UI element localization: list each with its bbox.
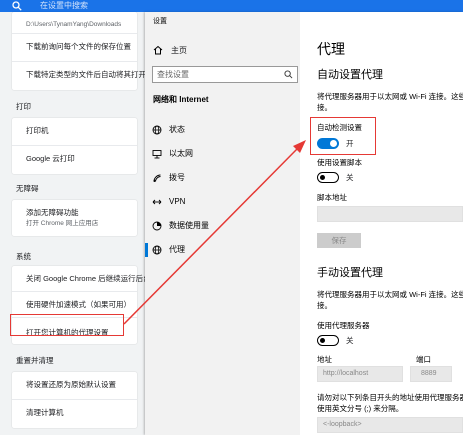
chrome-search-box[interactable]: 在设置中搜索 <box>0 0 140 12</box>
nav-item-data-usage[interactable]: 数据使用量 <box>145 216 300 236</box>
nav-item-label: 以太网 <box>169 149 193 158</box>
use-proxy-label: 使用代理服务器 <box>317 321 370 330</box>
ask-save-location-label: 下载前询问每个文件的保存位置 <box>26 42 131 51</box>
nav-category-network: 网络和 Internet <box>153 95 209 104</box>
exceptions-value: <-loopback> <box>323 421 362 428</box>
window-title: 设置 <box>153 18 167 25</box>
use-proxy-toggle[interactable] <box>317 335 339 346</box>
download-location-row[interactable]: D:\Users\TynamYang\Downloads <box>12 12 137 34</box>
script-address-label: 脚本地址 <box>317 193 347 202</box>
nav-item-dialup[interactable]: 拨号 <box>145 168 300 188</box>
hardware-accel-label: 使用硬件加速模式（如果可用） <box>26 300 131 309</box>
print-heading: 打印 <box>16 102 31 111</box>
globe-icon <box>152 125 162 135</box>
restore-defaults-label: 将设置还原为原始默认设置 <box>26 380 116 389</box>
data-usage-icon <box>152 221 162 231</box>
add-accessibility-sub: 打开 Chrome 网上应用店 <box>26 220 99 227</box>
nav-item-label: 代理 <box>169 245 185 254</box>
search-icon <box>12 1 22 11</box>
nav-item-status[interactable]: 状态 <box>145 120 300 140</box>
background-apps-row[interactable]: 关闭 Google Chrome 后继续运行后台应用 <box>12 266 166 292</box>
use-proxy-state: 关 <box>346 336 354 345</box>
active-indicator <box>145 243 148 257</box>
reset-card: 将设置还原为原始默认设置 清理计算机 <box>12 372 137 428</box>
nav-item-label: 数据使用量 <box>169 221 209 230</box>
system-heading: 系统 <box>16 252 31 261</box>
cloud-print-label: Google 云打印 <box>26 154 75 163</box>
nav-item-proxy[interactable]: 代理 <box>145 240 300 260</box>
add-accessibility-label: 添加无障碍功能 <box>26 208 79 217</box>
setup-script-label: 使用设置脚本 <box>317 158 362 167</box>
accessibility-heading: 无障碍 <box>16 184 39 193</box>
port-value: 8889 <box>421 370 437 377</box>
add-accessibility-row[interactable]: 添加无障碍功能 打开 Chrome 网上应用店 <box>12 200 137 236</box>
ethernet-icon <box>152 150 162 159</box>
exceptions-input[interactable]: <-loopback> <box>317 417 463 433</box>
settings-search-input[interactable]: 查找设置 <box>152 66 298 83</box>
nav-item-ethernet[interactable]: 以太网 <box>145 144 300 164</box>
settings-search-placeholder: 查找设置 <box>157 70 189 79</box>
auto-proxy-heading: 自动设置代理 <box>317 69 383 81</box>
manual-proxy-desc-line2: 接。 <box>317 301 332 310</box>
address-value: http://localhost <box>323 370 369 377</box>
phone-icon <box>153 174 161 182</box>
settings-nav-pane: 设置 主页 查找设置 网络和 Internet 状态 以太网 拨号 VPN 数据… <box>145 12 300 435</box>
manual-proxy-desc-line1: 将代理服务器用于以太网或 Wi-Fi 连接。这些 <box>317 290 463 299</box>
cleanup-row[interactable]: 清理计算机 <box>12 400 137 428</box>
port-label: 端口 <box>416 355 431 364</box>
chrome-search-placeholder: 在设置中搜索 <box>40 1 88 10</box>
printer-row[interactable]: 打印机 <box>12 118 137 146</box>
printer-label: 打印机 <box>26 126 49 135</box>
cloud-print-row[interactable]: Google 云打印 <box>12 146 137 174</box>
setup-script-toggle[interactable] <box>317 172 339 183</box>
nav-home-label: 主页 <box>171 46 187 55</box>
setup-script-state: 关 <box>346 173 354 182</box>
address-label: 地址 <box>317 355 332 364</box>
reset-heading: 重置并清理 <box>16 356 54 365</box>
cleanup-label: 清理计算机 <box>26 408 64 417</box>
save-button[interactable]: 保存 <box>317 233 361 248</box>
exceptions-desc-line2: 使用英文分号 (;) 来分隔。 <box>317 404 404 413</box>
page-title: 代理 <box>317 41 345 57</box>
auto-open-label: 下载特定类型的文件后自动将其打开 <box>26 70 146 79</box>
port-input[interactable]: 8889 <box>410 366 452 382</box>
highlight-auto-detect <box>310 117 376 155</box>
downloads-card: D:\Users\TynamYang\Downloads 下载前询问每个文件的保… <box>12 12 146 90</box>
nav-item-vpn[interactable]: VPN <box>145 192 300 212</box>
highlight-open-proxy-settings <box>10 314 124 336</box>
script-address-input[interactable] <box>317 206 463 222</box>
nav-item-label: 拨号 <box>169 173 185 182</box>
globe-icon <box>152 245 162 255</box>
vpn-icon <box>152 199 162 205</box>
nav-item-label: VPN <box>169 197 186 206</box>
print-card: 打印机 Google 云打印 <box>12 118 137 174</box>
restore-defaults-row[interactable]: 将设置还原为原始默认设置 <box>12 372 137 400</box>
ask-save-location-row[interactable]: 下载前询问每个文件的保存位置 <box>12 34 137 62</box>
windows-settings-window: 设置 主页 查找设置 网络和 Internet 状态 以太网 拨号 VPN 数据… <box>145 12 463 435</box>
chrome-settings-toolbar: 在设置中搜索 <box>0 0 463 12</box>
search-icon <box>284 70 293 79</box>
exceptions-desc-line1: 请勿对以下列条目开头的地址使用代理服务器 <box>317 393 463 402</box>
auto-proxy-desc-line1: 将代理服务器用于以太网或 Wi-Fi 连接。这些 <box>317 92 463 101</box>
accessibility-card: 添加无障碍功能 打开 Chrome 网上应用店 <box>12 200 137 236</box>
nav-item-label: 状态 <box>169 125 185 134</box>
auto-proxy-desc-line2: 接。 <box>317 103 332 112</box>
address-input[interactable]: http://localhost <box>317 366 403 382</box>
proxy-content-pane: 代理 自动设置代理 将代理服务器用于以太网或 Wi-Fi 连接。这些 接。 自动… <box>300 12 463 435</box>
download-path: D:\Users\TynamYang\Downloads <box>26 21 122 28</box>
home-icon <box>153 45 163 55</box>
manual-proxy-heading: 手动设置代理 <box>317 267 383 279</box>
auto-open-row[interactable]: 下载特定类型的文件后自动将其打开 <box>12 62 146 90</box>
nav-home[interactable]: 主页 <box>153 44 293 58</box>
